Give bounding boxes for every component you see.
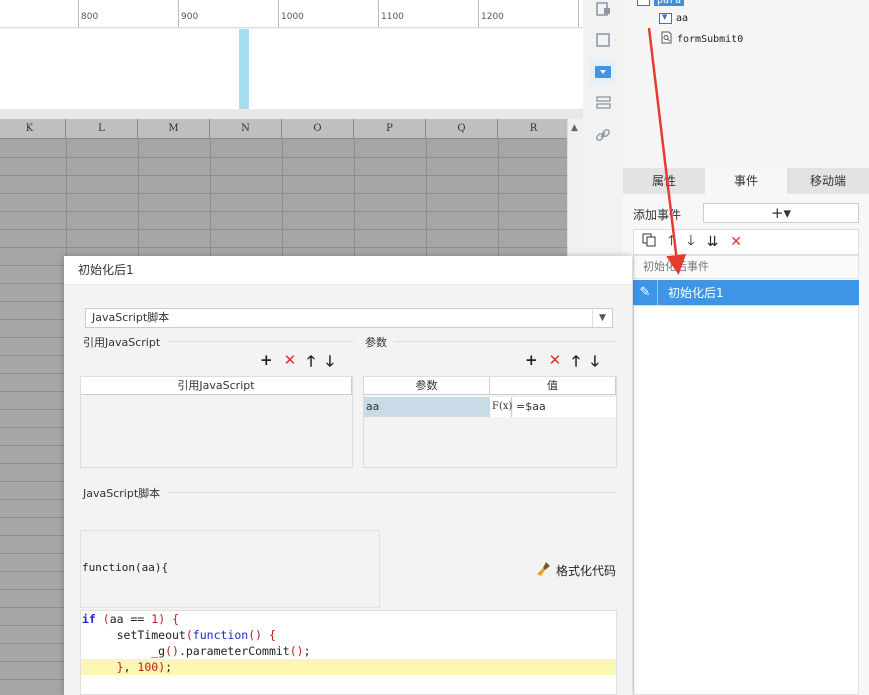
- canvas-gap: [0, 109, 583, 119]
- ref-js-table[interactable]: 引用JavaScript: [80, 376, 353, 468]
- dialog-body: JavaScript脚本 ▼ 引用JavaScript + ✕ 🡑 🡓 引用Ja…: [64, 285, 632, 695]
- function-signature-box: function(aa){: [80, 530, 380, 608]
- panel-icon: [637, 0, 650, 6]
- delete-icon[interactable]: ✕: [549, 351, 562, 376]
- column-header[interactable]: M: [138, 119, 210, 139]
- horizontal-ruler: 800 900 1000 1100 1200: [0, 0, 583, 28]
- params-title: 参数: [365, 336, 387, 349]
- move-up-icon[interactable]: 🡑: [307, 351, 315, 376]
- add-event-button[interactable]: +▾: [703, 203, 859, 223]
- code-line: }: [82, 691, 89, 694]
- search-doc-icon: [661, 31, 673, 47]
- sheet-row-line: [0, 157, 567, 158]
- copy-icon[interactable]: [642, 233, 656, 251]
- move-up-icon[interactable]: 🡑: [572, 351, 580, 376]
- column-header[interactable]: Q: [426, 119, 498, 139]
- scroll-up-icon[interactable]: ▲: [571, 123, 578, 133]
- column-header[interactable]: O: [282, 119, 354, 139]
- event-item-label: 初始化后1: [668, 286, 724, 300]
- event-item-selected[interactable]: ✎ 初始化后1: [633, 280, 859, 305]
- script-title: JavaScript脚本: [83, 487, 161, 500]
- event-type-value: JavaScript脚本: [92, 311, 170, 324]
- sheet-row-line: [0, 175, 567, 176]
- tree-node[interactable]: formSubmit0: [661, 31, 743, 47]
- code-line: }, 100);: [116, 660, 173, 674]
- event-toolbar: 🡑 🡓 ⇊ ✕: [633, 229, 859, 255]
- move-down-icon[interactable]: 🡓: [591, 351, 599, 376]
- tab-events[interactable]: 事件: [705, 168, 787, 194]
- widget-manager-icon[interactable]: [590, 0, 616, 22]
- params-table: 参数 值 aa F(x) =$aa: [363, 376, 617, 468]
- tree-node[interactable]: aa: [659, 13, 688, 24]
- column-header[interactable]: L: [66, 119, 138, 139]
- move-down-icon[interactable]: 🡓: [687, 230, 694, 254]
- param-name-header: 参数: [364, 377, 490, 395]
- tree-node-label: aa: [676, 13, 689, 24]
- tree-node-label: para: [654, 0, 685, 6]
- link-icon[interactable]: [590, 122, 616, 148]
- move-up-icon[interactable]: 🡑: [668, 230, 675, 254]
- ref-js-column-header: 引用JavaScript: [81, 377, 352, 395]
- tree-node-root[interactable]: para: [637, 0, 685, 6]
- dialog-title: 初始化后1: [64, 256, 632, 285]
- ruler-tick: 900: [181, 12, 199, 22]
- canvas-boundary-marker: [239, 29, 249, 109]
- column-header[interactable]: N: [210, 119, 282, 139]
- ref-js-toolbar: + ✕ 🡑 🡓: [260, 351, 334, 376]
- broom-icon: [536, 561, 552, 580]
- ruler-tick: 1000: [281, 12, 304, 22]
- format-code-label: 格式化代码: [556, 564, 617, 578]
- design-canvas[interactable]: [0, 29, 583, 109]
- param-value-input[interactable]: =$aa: [513, 397, 616, 417]
- formula-icon[interactable]: F(x): [490, 397, 512, 417]
- events-panel: 添加事件 +▾ 🡑 🡓 ⇊ ✕ 初始化后事件 ✎ 初始化后1: [623, 194, 869, 695]
- param-value-header: 值: [490, 377, 616, 395]
- widget-toolbar: [583, 0, 623, 260]
- chevron-down-icon[interactable]: ▼: [592, 309, 612, 327]
- params-toolbar: + ✕ 🡑 🡓: [525, 351, 599, 376]
- code-line: _g().parameterCommit();: [82, 644, 311, 658]
- event-list-area: [633, 305, 859, 695]
- add-event-label: 添加事件: [633, 208, 682, 222]
- ruler-tick: 1200: [481, 12, 504, 22]
- code-editor[interactable]: if (aa == 1) { setTimeout(function() { _…: [80, 610, 617, 695]
- property-tabs: 属性 事件 移动端: [623, 168, 869, 194]
- sheet-row-line: [0, 247, 567, 248]
- dropdown-widget-icon: [659, 13, 672, 24]
- sheet-row-line: [0, 211, 567, 212]
- event-type-select[interactable]: JavaScript脚本 ▼: [85, 308, 613, 328]
- event-group-header: 初始化后事件: [633, 255, 859, 279]
- tree-node-label: formSubmit0: [677, 33, 744, 45]
- add-icon[interactable]: +: [525, 351, 538, 376]
- column-header[interactable]: K: [0, 119, 66, 139]
- tab-properties[interactable]: 属性: [623, 168, 705, 194]
- format-code-button[interactable]: 格式化代码: [536, 561, 616, 580]
- edit-pencil-icon[interactable]: ✎: [633, 280, 658, 305]
- event-editor-dialog: 初始化后1 JavaScript脚本 ▼ 引用JavaScript + ✕ 🡑 …: [64, 256, 632, 695]
- add-icon[interactable]: +: [260, 351, 273, 376]
- column-header[interactable]: R: [498, 119, 567, 139]
- delete-icon[interactable]: ✕: [284, 351, 297, 376]
- code-line: setTimeout(function() {: [82, 628, 276, 642]
- ref-js-title: 引用JavaScript: [83, 336, 161, 349]
- sheet-row-line: [0, 193, 567, 194]
- param-name-cell[interactable]: aa: [364, 397, 490, 417]
- frame-icon[interactable]: [590, 27, 616, 53]
- widget-tree: para aa formSubmit0: [623, 0, 869, 168]
- move-down-icon[interactable]: 🡓: [326, 351, 334, 376]
- move-bottom-icon[interactable]: ⇊: [707, 234, 719, 250]
- column-header-row: K L M N O P Q R: [0, 119, 567, 139]
- dropdown-widget-icon[interactable]: [590, 59, 616, 85]
- delete-icon[interactable]: ✕: [730, 234, 742, 250]
- button-widget-icon[interactable]: [590, 90, 616, 116]
- code-line: if (aa == 1) {: [82, 612, 180, 626]
- ruler-tick: 1100: [381, 12, 404, 22]
- sheet-row-line: [0, 229, 567, 230]
- function-signature: function(aa){: [82, 561, 169, 574]
- ruler-tick: 800: [81, 12, 99, 22]
- column-header[interactable]: P: [354, 119, 426, 139]
- tab-mobile[interactable]: 移动端: [787, 168, 869, 194]
